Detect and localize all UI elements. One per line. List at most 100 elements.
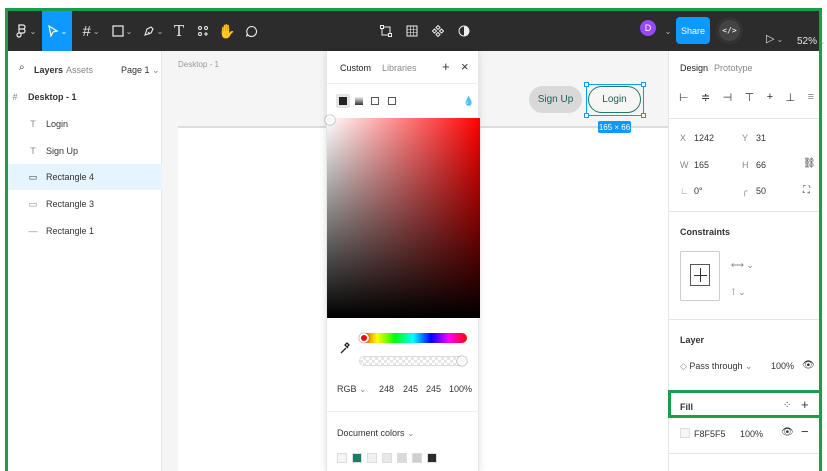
layer-rectangle-4[interactable]: ▭ Rectangle 4 <box>8 164 162 190</box>
eye-icon[interactable]: 👁 <box>802 360 815 371</box>
layer-rectangle-1[interactable]: — Rectangle 1 <box>8 218 158 244</box>
align-bottom-icon[interactable]: ⊥ <box>786 91 796 104</box>
shape-tool-button[interactable]: ⌄ <box>108 11 136 51</box>
constraint-horizontal-line[interactable] <box>694 275 707 276</box>
zoom-menu[interactable]: 52% ⌄ <box>797 36 826 47</box>
green-value[interactable]: 245 <box>403 384 418 394</box>
pen-tool-button[interactable]: ⌄ <box>140 11 166 51</box>
layer-opacity-field[interactable]: 100% <box>771 361 794 371</box>
document-color-swatch[interactable] <box>352 453 362 463</box>
image-fill-icon[interactable] <box>371 97 379 105</box>
align-center-v-icon[interactable]: + <box>767 91 773 104</box>
tab-custom[interactable]: Custom <box>340 63 371 73</box>
layer-rectangle-3[interactable]: ▭ Rectangle 3 <box>8 191 158 217</box>
frame-tool-button[interactable]: # ⌄ <box>78 11 104 51</box>
document-color-swatch[interactable] <box>412 453 422 463</box>
chevron-down-icon: ⌄ <box>356 384 367 394</box>
layer-desktop-1[interactable]: # Desktop - 1 <box>8 84 158 110</box>
rotation-icon: ∟ <box>680 186 689 196</box>
layer-sign-up[interactable]: T Sign Up <box>8 138 158 164</box>
resize-handle[interactable] <box>641 82 646 87</box>
opacity-knob[interactable] <box>457 356 467 366</box>
add-style-icon[interactable]: + <box>442 59 450 74</box>
resize-handle[interactable] <box>584 82 589 87</box>
color-mode-select[interactable]: RGB ⌄ <box>337 384 367 395</box>
blend-mode-select[interactable]: ◇ Pass through ⌄ <box>680 361 753 372</box>
avatar[interactable]: D <box>640 20 656 36</box>
align-left-icon[interactable]: ⊢ <box>679 91 689 104</box>
constrain-proportions-icon[interactable]: ⛓ <box>803 158 816 169</box>
present-button[interactable]: ▷ ⌄ <box>766 32 783 45</box>
alpha-value[interactable]: 100% <box>449 384 472 394</box>
y-field[interactable]: 31 <box>756 133 766 143</box>
signup-button[interactable]: Sign Up <box>529 86 582 113</box>
gradient-fill-icon[interactable] <box>355 97 363 105</box>
y-label: Y <box>742 133 749 143</box>
document-colors-select[interactable]: Document colors ⌄ <box>337 428 415 439</box>
close-icon[interactable]: × <box>461 59 469 74</box>
hue-knob[interactable] <box>359 333 369 343</box>
distribute-icon[interactable]: ≡ <box>808 91 814 104</box>
independent-corners-icon[interactable]: ⛶ <box>803 185 810 196</box>
blue-value[interactable]: 245 <box>426 384 441 394</box>
tab-layers[interactable]: Layers <box>34 65 63 75</box>
fill-hex-field[interactable]: F8F5F5 <box>694 429 726 439</box>
hand-tool-button[interactable]: ✋ <box>218 11 236 51</box>
divider <box>669 453 820 454</box>
resize-handle[interactable] <box>584 113 589 118</box>
opacity-slider[interactable] <box>359 356 467 366</box>
rectangle-icon <box>112 25 124 37</box>
height-field[interactable]: 66 <box>756 160 766 170</box>
resources-tool-button[interactable] <box>194 11 212 51</box>
width-field[interactable]: 165 <box>694 160 709 170</box>
hue-slider[interactable] <box>359 333 467 343</box>
share-button[interactable]: Share <box>676 17 710 44</box>
search-icon[interactable]: ⌕ <box>19 62 25 73</box>
align-center-h-icon[interactable]: ≑ <box>701 91 710 104</box>
vertical-constraint-select[interactable]: ⊺ ⌄ <box>731 287 746 298</box>
saturation-brightness-field[interactable] <box>327 118 480 318</box>
video-fill-icon[interactable] <box>388 97 396 105</box>
document-color-swatch[interactable] <box>382 453 392 463</box>
document-color-swatch[interactable] <box>397 453 407 463</box>
blend-drop-icon[interactable]: 💧 <box>463 96 474 107</box>
color-picker-popover: Custom Libraries + × 💧 RGB ⌄ 248 245 245… <box>325 51 480 471</box>
mask-button[interactable] <box>454 11 474 51</box>
layer-login[interactable]: T Login <box>8 111 158 137</box>
tab-libraries[interactable]: Libraries <box>382 63 417 73</box>
eyedropper-icon[interactable] <box>339 341 351 355</box>
document-color-swatch[interactable] <box>367 453 377 463</box>
fill-color-swatch[interactable] <box>680 428 690 438</box>
divider <box>327 83 480 84</box>
component-edit-button[interactable] <box>376 11 396 51</box>
align-top-icon[interactable]: ⊤ <box>745 91 755 104</box>
rotation-field[interactable]: 0° <box>694 186 703 196</box>
document-color-swatch[interactable] <box>427 453 437 463</box>
corner-radius-field[interactable]: 50 <box>756 186 766 196</box>
fill-visibility-icon[interactable]: 👁 <box>781 427 794 438</box>
frame-label[interactable]: Desktop - 1 <box>178 60 219 69</box>
grid-layout-button[interactable] <box>402 11 422 51</box>
horizontal-constraint-select[interactable]: ⟷ ⌄ <box>731 260 754 271</box>
comment-tool-button[interactable] <box>242 11 260 51</box>
red-value[interactable]: 248 <box>379 384 394 394</box>
resize-handle[interactable] <box>641 113 646 118</box>
document-color-swatch[interactable] <box>337 453 347 463</box>
dev-mode-toggle[interactable]: </> <box>716 17 743 44</box>
main-menu-button[interactable]: ⌄ <box>10 11 42 51</box>
tab-prototype[interactable]: Prototype <box>714 63 753 73</box>
move-tool-button[interactable]: ⌄ <box>42 11 72 51</box>
create-component-button[interactable] <box>428 11 448 51</box>
tab-design[interactable]: Design <box>680 63 708 73</box>
fill-opacity-field[interactable]: 100% <box>740 429 763 439</box>
selection-box[interactable] <box>586 84 644 116</box>
constraints-widget[interactable] <box>680 251 720 301</box>
remove-fill-icon[interactable]: − <box>801 424 809 439</box>
text-tool-button[interactable]: T <box>170 11 188 51</box>
solid-fill-option[interactable] <box>336 94 350 108</box>
page-selector[interactable]: Page 1 ⌄ <box>121 65 160 76</box>
x-field[interactable]: 1242 <box>694 133 714 143</box>
align-right-icon[interactable]: ⊣ <box>723 91 733 104</box>
tab-assets[interactable]: Assets <box>66 65 93 75</box>
color-field-knob[interactable] <box>325 115 335 125</box>
